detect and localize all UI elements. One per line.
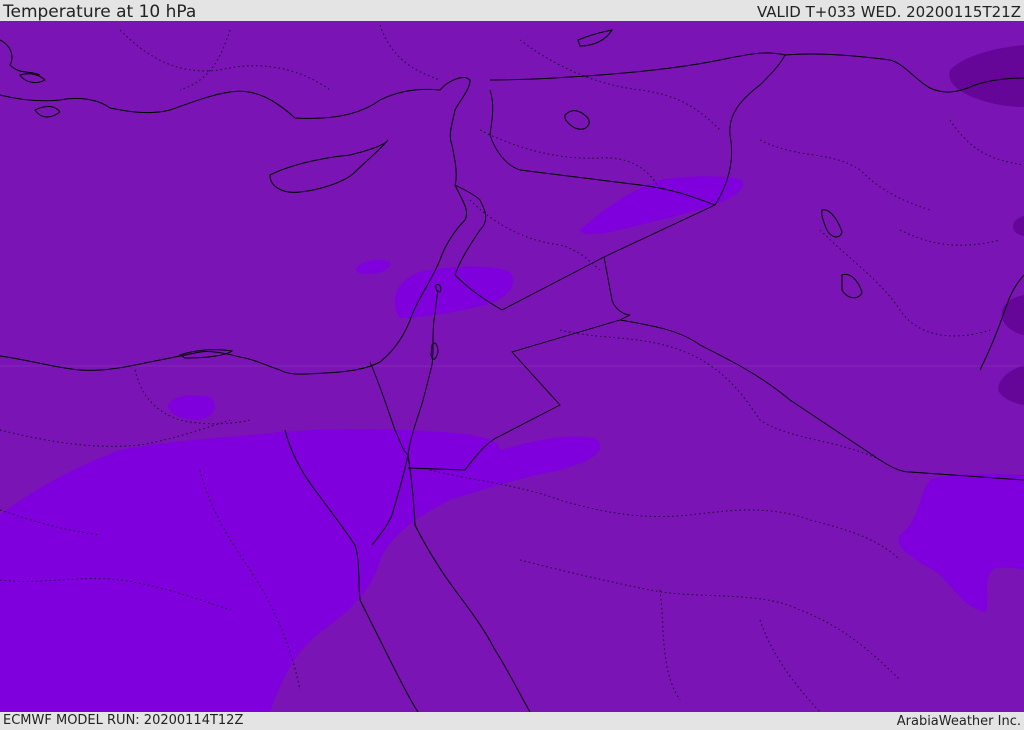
valid-time: VALID T+033 WED. 20200115T21Z xyxy=(756,3,1021,21)
map-canvas xyxy=(0,21,1024,712)
weather-map[interactable] xyxy=(0,21,1024,712)
model-run-label: ECMWF MODEL RUN: 20200114T12Z xyxy=(3,713,244,728)
map-footer: ECMWF MODEL RUN: 20200114T12Z ArabiaWeat… xyxy=(0,712,1024,729)
map-header: Temperature at 10 hPa VALID T+033 WED. 2… xyxy=(0,0,1024,21)
credit-label: ArabiaWeather Inc. xyxy=(896,714,1021,729)
map-title: Temperature at 10 hPa xyxy=(3,2,197,22)
